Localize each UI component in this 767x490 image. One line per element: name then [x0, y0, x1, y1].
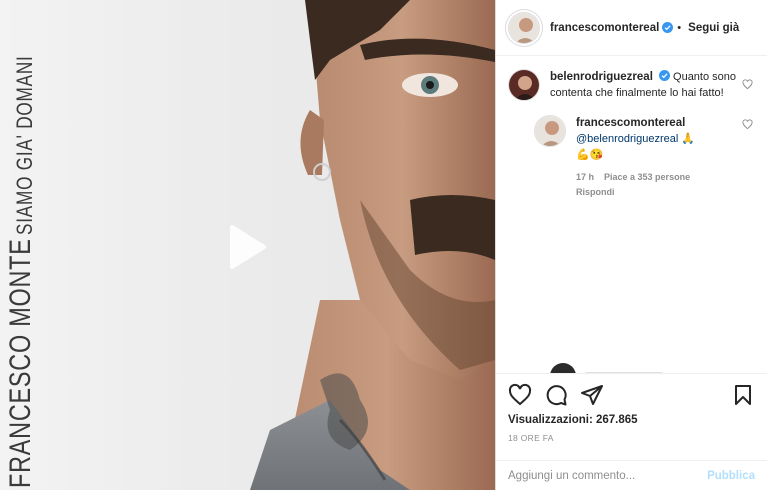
post-timestamp[interactable]: 18 ORE FA: [508, 433, 755, 443]
vertical-subtitle: SIAMO GIA' DOMANI: [12, 55, 37, 236]
commenter-avatar[interactable]: [508, 69, 540, 101]
comment-icon[interactable]: [544, 383, 568, 407]
reply-button[interactable]: Rispondi: [576, 186, 716, 199]
reply-author-avatar[interactable]: [534, 115, 566, 147]
heart-icon[interactable]: [508, 383, 532, 407]
follow-button[interactable]: Segui già: [688, 22, 739, 34]
author-avatar[interactable]: [508, 11, 540, 44]
verified-badge-icon: [662, 22, 674, 33]
reply-item: francescomontereal @belenrodriguezreal 🙏…: [496, 101, 767, 199]
reply-time[interactable]: 17 h: [576, 172, 594, 182]
reply-mention[interactable]: @belenrodriguezreal: [576, 133, 678, 145]
play-icon: [230, 225, 266, 269]
post-media[interactable]: FRANCESCO MONTE SIAMO GIA' DOMANI: [0, 0, 495, 490]
partially-hidden-comment: [550, 363, 664, 373]
views-count[interactable]: Visualizzazioni: 267.865: [508, 414, 755, 426]
comments-list[interactable]: belenrodriguezreal Quanto sono contenta …: [496, 57, 767, 373]
reply-meta: 17 h Piace a 353 persone Rispondi: [576, 171, 726, 199]
post-actions: Visualizzazioni: 267.865 18 ORE FA: [496, 373, 767, 443]
vertical-title: FRANCESCO MONTE: [4, 238, 37, 488]
bookmark-icon[interactable]: [731, 383, 755, 407]
reply-emoji-line: 💪😘: [576, 149, 604, 161]
reply-username[interactable]: francescomontereal: [576, 117, 685, 129]
post-sidebar: francescomontereal • Segui già belenrodr…: [495, 0, 767, 490]
publish-button[interactable]: Pubblica: [707, 470, 755, 482]
comment-like-icon[interactable]: [742, 79, 753, 90]
reply-likes[interactable]: Piace a 353 persone: [604, 172, 690, 182]
comment-input[interactable]: [508, 469, 708, 482]
comment-composer: Pubblica: [496, 460, 767, 490]
play-button[interactable]: [214, 216, 276, 278]
reply-emoji: 🙏: [681, 133, 696, 145]
commenter-avatar: [550, 363, 576, 373]
comment-username[interactable]: belenrodriguezreal: [550, 71, 653, 83]
comment-item: belenrodriguezreal Quanto sono contenta …: [496, 57, 767, 101]
share-icon[interactable]: [580, 383, 604, 407]
reply-like-icon[interactable]: [742, 119, 753, 130]
author-username[interactable]: francescomontereal: [550, 22, 659, 34]
post-header: francescomontereal • Segui già: [496, 0, 767, 56]
verified-badge-icon: [658, 70, 670, 81]
separator-dot: •: [677, 21, 682, 34]
